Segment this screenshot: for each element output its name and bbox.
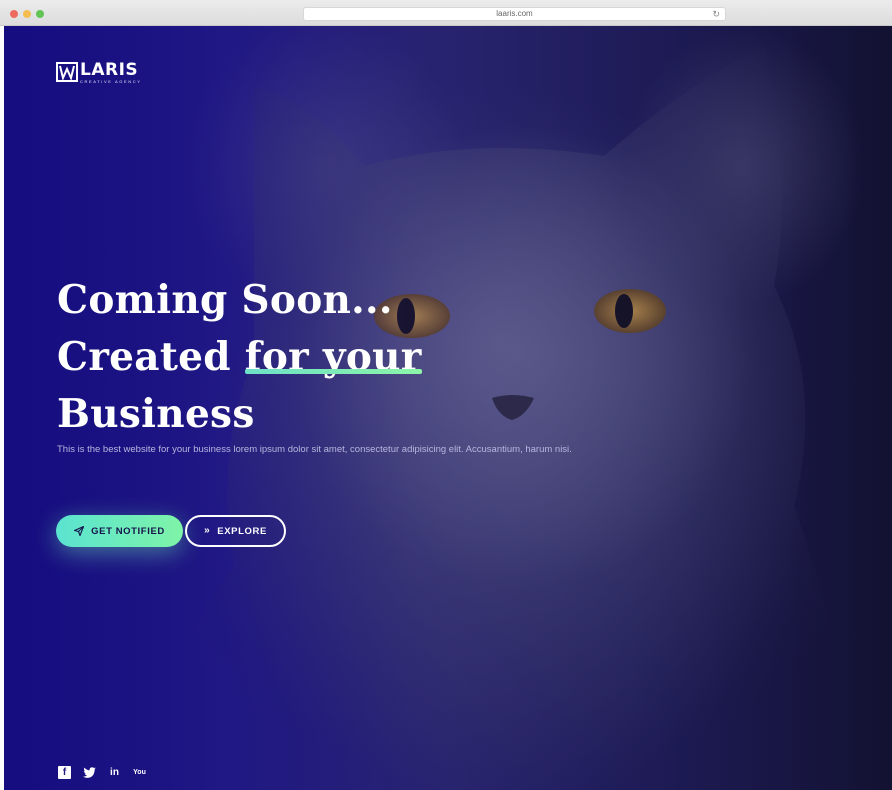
site-logo[interactable]: LARIS CREATIVE AGENCY xyxy=(56,62,142,84)
explore-label: EXPLORE xyxy=(217,525,267,537)
get-notified-button[interactable]: GET NOTIFIED xyxy=(56,515,183,547)
reload-icon[interactable]: ↻ xyxy=(712,8,720,20)
logo-tagline: CREATIVE AGENCY xyxy=(80,79,142,84)
logo-name: LARIS xyxy=(80,60,139,80)
logo-mark-icon xyxy=(56,62,78,82)
twitter-icon[interactable] xyxy=(83,766,96,779)
browser-chrome: laaris.com ↻ xyxy=(0,0,892,26)
headline-line-2: Created for your xyxy=(57,329,422,386)
hero-section: LARIS CREATIVE AGENCY Coming Soon... Cre… xyxy=(4,26,892,790)
headline-line-2-prefix: Created xyxy=(57,334,245,380)
minimize-window-button[interactable] xyxy=(23,10,31,18)
get-notified-label: GET NOTIFIED xyxy=(91,525,165,537)
close-window-button[interactable] xyxy=(10,10,18,18)
maximize-window-button[interactable] xyxy=(36,10,44,18)
address-bar-url: laaris.com xyxy=(496,9,533,18)
headline-line-1: Coming Soon... xyxy=(57,277,393,323)
address-bar[interactable]: laaris.com ↻ xyxy=(303,7,726,21)
headline-highlight: for your xyxy=(244,334,422,380)
social-links: f in You xyxy=(58,766,146,779)
explore-button[interactable]: » EXPLORE xyxy=(185,515,286,547)
youtube-icon[interactable]: You xyxy=(133,766,146,779)
paper-plane-icon xyxy=(74,526,85,536)
facebook-icon[interactable]: f xyxy=(58,766,71,779)
double-chevron-right-icon: » xyxy=(204,525,211,536)
hero-tagline: This is the best website for your busine… xyxy=(57,444,572,455)
headline-line-3: Business xyxy=(57,391,255,437)
hero-headline: Coming Soon... Created for your Business xyxy=(57,272,422,443)
linkedin-icon[interactable]: in xyxy=(108,766,121,779)
